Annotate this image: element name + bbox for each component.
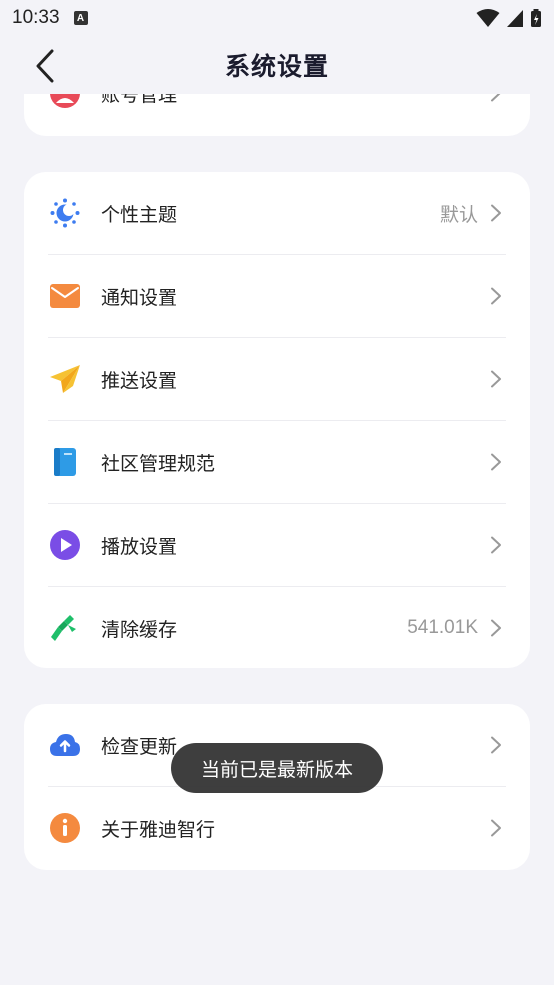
wifi-icon [476,9,500,27]
settings-row-label: 清除缓存 [101,618,178,641]
nav-bar: 系统设置 [0,36,554,94]
play-icon [48,528,82,562]
battery-icon [531,9,541,27]
back-button[interactable] [28,48,62,84]
settings-row-label: 播放设置 [101,535,178,558]
book-icon [48,445,82,479]
chevron-right-icon [488,94,504,102]
settings-row-label: 关于雅迪智行 [101,818,216,841]
chevron-left-icon [36,49,54,83]
theme-icon [48,196,82,230]
chevron-right-icon [488,453,504,471]
chevron-right-icon [488,536,504,554]
settings-row-account[interactable]: 账号管理 [24,94,530,134]
chevron-right-icon [488,619,504,637]
settings-row-label: 通知设置 [101,286,178,309]
cache-size-value: 541.01K [407,617,478,638]
info-icon [48,811,82,845]
toast-message: 当前已是最新版本 [171,743,383,793]
settings-row-label: 个性主题 [101,203,178,226]
settings-row-playback[interactable]: 播放设置 [24,504,530,586]
settings-row-community-rules[interactable]: 社区管理规范 [24,421,530,503]
settings-row-label: 检查更新 [101,735,178,758]
settings-card-general: 个性主题 默认 通知设置 推送设置 社区管理规范 播放设置 清除缓存 541.0… [24,172,530,668]
cloud-upload-icon [48,728,82,762]
notification-icon: A [73,11,88,25]
settings-row-label: 推送设置 [101,369,178,392]
status-icons [476,8,542,28]
settings-row-about[interactable]: 关于雅迪智行 [24,787,530,869]
settings-row-theme[interactable]: 个性主题 默认 [24,172,530,254]
status-bar: 10:33 A [0,0,554,36]
settings-row-label: 社区管理规范 [101,452,216,475]
settings-list[interactable]: 账号管理 个性主题 默认 通知设置 推送设置 社区管理规范 播放设置 清除缓存 … [0,94,554,985]
chevron-right-icon [488,736,504,754]
page-title: 系统设置 [224,52,329,81]
theme-value: 默认 [439,204,478,226]
settings-row-clear-cache[interactable]: 清除缓存 541.01K [24,587,530,669]
paper-plane-icon [48,362,82,396]
chevron-right-icon [488,819,504,837]
broom-icon [48,611,82,645]
settings-row-notifications[interactable]: 通知设置 [24,255,530,337]
chevron-right-icon [488,287,504,305]
account-icon [48,94,82,110]
status-time: 10:33 [12,7,60,28]
settings-row-push[interactable]: 推送设置 [24,338,530,420]
settings-row-label: 账号管理 [101,94,178,106]
mail-icon [48,279,82,313]
chevron-right-icon [488,204,504,222]
cellular-signal-icon [507,10,523,27]
settings-card-account: 账号管理 [24,94,530,136]
chevron-right-icon [488,370,504,388]
